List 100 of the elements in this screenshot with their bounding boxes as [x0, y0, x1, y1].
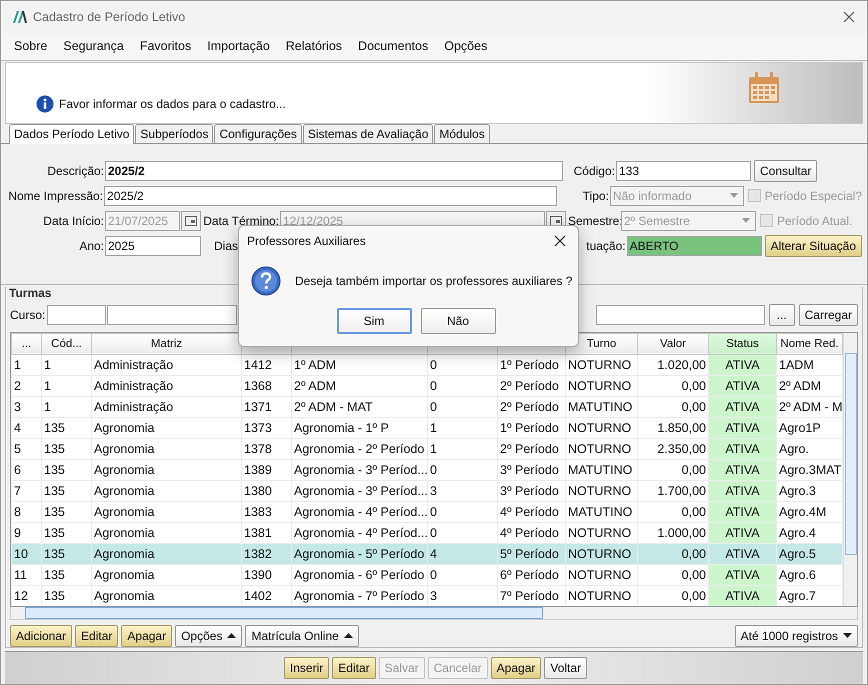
input-field[interactable]: 2025/2 [105, 160, 563, 181]
menu-item[interactable]: Relatórios [278, 39, 350, 54]
scrollbar-thumb[interactable] [25, 607, 543, 620]
table-row[interactable]: 4 135 Agronomia 1373 Agronomia - 1º P 1 1º Período NOTURNO 1.850,00 ATIVA Agro1P [12, 417, 842, 438]
tab[interactable]: Dados Período Letivo [9, 124, 134, 144]
button[interactable]: Sim [336, 308, 412, 334]
table-row[interactable]: 6 135 Agronomia 1389 Agronomia - 3º Períod... 0 3º Período MATUTINO 0,00 ATIVA Agro.3MAT [12, 459, 842, 480]
column-header[interactable]: Status [708, 333, 776, 354]
table-cell: Agronomia - 4º Períod... [292, 501, 428, 522]
table-cell: Agronomia - 3º Períod... [292, 480, 428, 502]
consult-button[interactable]: Consultar [754, 160, 818, 182]
table-cell: Agronomia - 7º Período [292, 585, 428, 606]
table-row[interactable]: 11 135 Agronomia 1390 Agronomia - 6º Período 0 6º Período NOTURNO 0,00 ATIVA Agro.6 [12, 564, 842, 586]
input-field[interactable] [596, 304, 765, 325]
table-cell: 1383 [242, 501, 292, 522]
input-field[interactable]: 2025/2 [104, 186, 558, 206]
table-row[interactable]: 12 135 Agronomia 1402 Agronomia - 7º Período 3 7º Período NOTURNO 0,00 ATIVA Agro.7 [12, 585, 842, 606]
table-cell: Agronomia - 5º Período [292, 543, 428, 564]
table-cell: 0 [428, 501, 498, 522]
tab[interactable]: Configurações [214, 124, 302, 143]
table-cell: 1390 [242, 564, 292, 586]
table-cell: ATIVA [708, 375, 776, 396]
info-message: Favor informar os dados para o cadastro... [59, 96, 286, 111]
table-cell: 10 [12, 543, 42, 564]
group-title: Turmas [9, 286, 52, 300]
field-label: tuação: [586, 238, 627, 253]
scrollbar-thumb[interactable] [845, 352, 857, 555]
column-header[interactable]: Cód... [42, 333, 92, 354]
button[interactable]: Adicionar [10, 624, 72, 647]
table-cell: Agronomia [92, 564, 242, 586]
table-cell: NOTURNO [566, 417, 638, 438]
input-field[interactable] [107, 304, 238, 325]
input-field[interactable]: 2025 [105, 236, 201, 256]
horizontal-scrollbar[interactable] [10, 607, 858, 620]
menu-item[interactable]: Favoritos [132, 39, 200, 54]
table-cell: 1 [42, 375, 92, 396]
button[interactable]: Não [420, 308, 496, 334]
column-header[interactable]: Nome Red. [776, 333, 842, 354]
menu-item[interactable]: Opções [436, 39, 496, 54]
column-header[interactable]: ... [12, 333, 42, 354]
table-row[interactable]: 5 135 Agronomia 1378 Agronomia - 2º Período 1 2º Período NOTURNO 2.350,00 ATIVA Agro. [12, 438, 842, 460]
table-cell: 6 [12, 459, 42, 480]
table-row[interactable]: 3 1 Administração 1371 2º ADM - MAT 0 2º Período MATUTINO 0,00 ATIVA 2º ADM - M [12, 396, 842, 418]
input-field[interactable]: ABERTO [626, 236, 762, 256]
calendar-button[interactable] [181, 210, 201, 231]
menu-button[interactable]: Matrícula Online [245, 624, 359, 647]
tab[interactable]: Sistemas de Avaliação [302, 124, 434, 143]
table-row[interactable]: 1 1 Administração 1412 1º ADM 0 1º Período NOTURNO 1.020,00 ATIVA 1ADM [12, 354, 842, 376]
button[interactable]: Editar [75, 624, 118, 647]
table-cell: 1381 [242, 522, 292, 544]
tab[interactable]: Módulos [434, 124, 490, 143]
table-cell: ATIVA [708, 354, 776, 376]
table-cell: ATIVA [708, 459, 776, 480]
table-row[interactable]: 2 1 Administração 1368 2º ADM 0 2º Período NOTURNO 0,00 ATIVA 2º ADM [12, 375, 842, 396]
table-row[interactable]: 7 135 Agronomia 1380 Agronomia - 3º Períod... 3 3º Período NOTURNO 1.700,00 ATIVA Agro.3 [12, 480, 842, 502]
button[interactable]: Voltar [544, 656, 588, 679]
table-cell: 1º ADM [292, 354, 428, 376]
button[interactable]: Apagar [121, 624, 172, 647]
close-icon [843, 11, 855, 24]
table-cell: ATIVA [708, 417, 776, 438]
table-row[interactable]: 10 135 Agronomia 1382 Agronomia - 5º Período 4 5º Período NOTURNO 0,00 ATIVA Agro.5 [12, 543, 842, 564]
table-cell: 3º Período [498, 459, 566, 480]
button[interactable]: Editar [332, 656, 376, 679]
menu-item[interactable]: Segurança [55, 39, 132, 54]
tab[interactable]: Subperíodos [135, 124, 214, 143]
dropdown[interactable]: Até 1000 registros [734, 624, 858, 647]
table-cell: 1 [42, 354, 92, 376]
field-label: Data Término: [203, 214, 280, 228]
table-cell: Agro.5 [776, 543, 842, 564]
input-field[interactable]: 133 [616, 160, 751, 181]
table-cell: ATIVA [708, 438, 776, 460]
menu-item[interactable]: Sobre [6, 39, 56, 54]
load-button[interactable]: Carregar [798, 304, 858, 326]
button[interactable]: Inserir [284, 656, 330, 679]
calendar-icon [748, 72, 780, 104]
table-cell: 4 [12, 417, 42, 438]
table-cell: 1 [12, 354, 42, 376]
table-cell: 1º Período [498, 417, 566, 438]
table-row[interactable]: 9 135 Agronomia 1381 Agronomia - 4º Períod... 0 4º Período NOTURNO 1.000,00 ATIVA Agro.4 [12, 522, 842, 544]
table-cell: NOTURNO [566, 522, 638, 544]
field-label: Ano: [78, 238, 105, 253]
change-status-button[interactable]: Alterar Situação [764, 234, 862, 257]
checkbox-label: Período Atual. [777, 214, 852, 228]
vertical-scrollbar[interactable] [843, 332, 857, 606]
table-cell: 1412 [242, 354, 292, 376]
table-cell: Agronomia - 1º P [292, 417, 428, 438]
column-header[interactable]: Valor [638, 333, 708, 354]
caret-icon [742, 218, 750, 224]
table-cell: 1382 [242, 543, 292, 564]
app-logo-icon [13, 11, 27, 24]
menu-item[interactable]: Importação [199, 39, 278, 54]
table-cell: 1380 [242, 480, 292, 502]
column-header[interactable]: Matriz [92, 333, 242, 354]
browse-button[interactable]: ... [768, 304, 795, 326]
input-field[interactable] [47, 304, 106, 325]
menu-item[interactable]: Documentos [350, 39, 436, 54]
caret-icon [843, 633, 852, 638]
button[interactable]: Apagar [490, 656, 542, 679]
menu-button[interactable]: Opções [175, 624, 242, 647]
table-row[interactable]: 8 135 Agronomia 1383 Agronomia - 4º Períod... 0 4º Período MATUTINO 0,00 ATIVA Agro.4M [12, 501, 842, 522]
